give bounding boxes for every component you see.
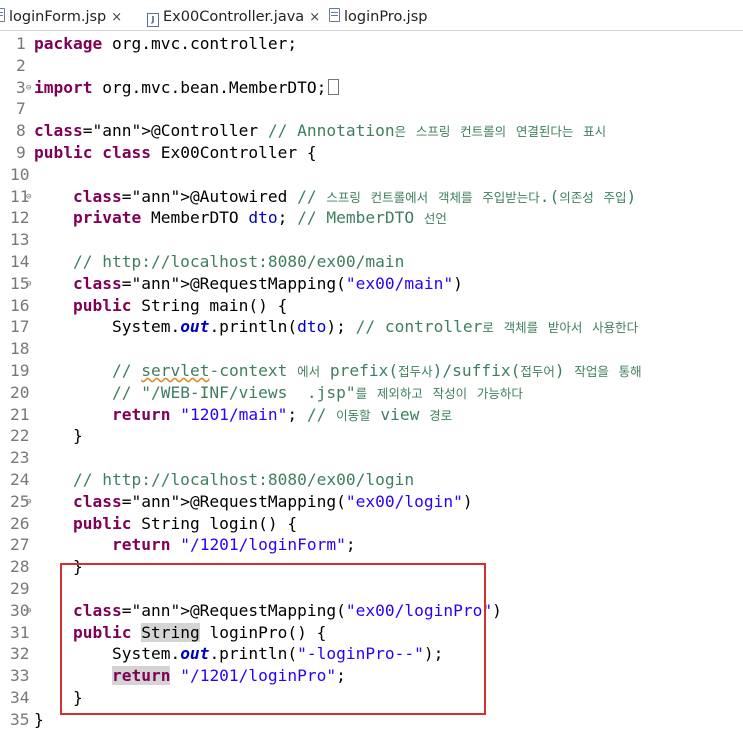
code-line[interactable]: 13 [0,229,743,251]
code-line[interactable]: 17 System.out.println(dto); // controlle… [0,316,743,338]
code-line[interactable]: 1 package org.mvc.controller; [0,33,743,55]
code-text: import org.mvc.bean.MemberDTO; [34,77,340,99]
code-line[interactable]: 11 ⊖ class="ann">@Autowired // 스프링 컨트롤에서 … [0,186,743,208]
code-line[interactable]: 26 public String login() { [0,513,743,535]
line-number: 14 [10,252,30,271]
code-text: public String main() { [72,295,288,315]
code-line[interactable]: 16 public String main() { [0,295,743,317]
editor-tab-bar: loginForm.jsp × J Ex00Controller.java × log… [0,0,743,31]
line-number: 16 [10,295,30,315]
fold-toggle-icon[interactable]: ⊖ [26,600,31,622]
code-text: } [34,709,44,729]
code-line[interactable]: 23 [0,447,743,469]
code-text: class="ann">@RequestMapping("ex00/main") [72,273,463,293]
code-line[interactable]: 15 ⊖ class="ann">@RequestMapping("ex00/ma… [0,273,743,295]
code-line[interactable]: 25 ⊖ class="ann">@RequestMapping("ex00/lo… [0,491,743,513]
line-number: 10 [10,164,30,184]
line-number: 24 [10,470,30,489]
code-line[interactable]: 18 [0,338,743,360]
jsp-file-icon [329,8,340,22]
code-line[interactable]: 7 [0,98,743,120]
code-text: } [34,426,83,446]
code-line[interactable]: 22 } [0,425,743,447]
code-text: package org.mvc.controller; [34,34,298,53]
code-text: class="ann">@Autowired // 스프링 컨트롤에서 객체를 … [72,186,637,206]
tab-loginpro-jsp[interactable]: loginPro.jsp [329,7,427,27]
tab-label: Ex00Controller.java [163,9,305,25]
line-number: 19 [10,361,30,380]
tab-ex00controller-java[interactable]: J Ex00Controller.java × [147,7,320,27]
line-number: 33 [10,666,30,686]
fold-toggle-icon[interactable]: ⊖ [26,77,31,99]
code-text: return "/1201/loginForm"; [111,535,356,555]
line-number: 27 [10,535,30,555]
code-text: public String login() { [72,513,298,533]
line-number: 35 [10,709,30,729]
code-line[interactable]: 20 // "/WEB-INF/views .jsp"를 제외하고 작성이 가능… [0,382,743,404]
line-number: 28 [10,557,30,577]
code-line[interactable]: 10 [0,164,743,186]
line-number: 26 [10,513,30,533]
code-text: // http://localhost:8080/ex00/login [72,470,415,489]
highlight-box [60,563,486,715]
code-line[interactable]: 19 // servlet-context 에서 prefix(접두사)/suf… [0,360,743,382]
code-line[interactable]: 12 private MemberDTO dto; // MemberDTO 선… [0,207,743,229]
code-line[interactable]: 14 // http://localhost:8080/ex00/main [0,251,743,273]
code-text: return "1201/main"; // 이동할 view 경로 [111,404,453,424]
line-number: 2 [16,55,26,75]
code-text: // servlet-context 에서 prefix(접두사)/suffix… [111,361,642,380]
code-line[interactable]: 21 return "1201/main"; // 이동할 view 경로 [0,404,743,426]
line-number: 18 [10,339,30,359]
line-number: 29 [10,579,30,598]
line-number: 23 [10,448,30,468]
fold-toggle-icon[interactable]: ⊖ [26,186,31,208]
code-text: // http://localhost:8080/ex00/main [72,252,405,271]
code-text: class="ann">@RequestMapping("ex00/login"… [72,491,473,511]
code-line[interactable]: 9 public class Ex00Controller { [0,142,743,164]
fold-toggle-icon[interactable]: ⊖ [26,491,31,513]
line-number: 32 [10,644,30,664]
code-text: System.out.println(dto); // controller로 … [34,317,639,337]
line-number: 21 [10,404,30,424]
code-line[interactable]: 27 return "/1201/loginForm"; [0,534,743,556]
java-file-icon: J [147,13,159,27]
fold-toggle-icon[interactable]: ⊖ [26,273,31,295]
code-text: // "/WEB-INF/views .jsp"를 제외하고 작성이 가능하다 [111,382,523,402]
tab-loginform-jsp[interactable]: loginForm.jsp × [0,7,122,27]
collapsed-imports-icon[interactable] [328,78,340,95]
line-number: 34 [10,688,30,707]
close-icon[interactable]: × [111,10,122,25]
code-line[interactable]: 24 // http://localhost:8080/ex00/login [0,469,743,491]
line-number: 7 [16,99,26,119]
line-number: 12 [10,208,30,228]
code-text: class="ann">@Controller // Annotation은 스… [34,121,607,141]
line-number: 22 [10,426,30,446]
line-number: 20 [10,382,30,402]
code-line[interactable]: 2 [0,55,743,77]
line-number: 31 [10,622,30,642]
close-icon[interactable]: × [309,10,320,25]
code-text: private MemberDTO dto; // MemberDTO 선언 [72,208,447,228]
line-number: 13 [10,230,30,250]
code-line[interactable]: 3 ⊖ import org.mvc.bean.MemberDTO; [0,77,743,99]
tab-label: loginPro.jsp [344,9,428,25]
code-line[interactable]: 8 class="ann">@Controller // Annotation은 … [0,120,743,142]
tab-label: loginForm.jsp [9,9,107,25]
code-text: public class Ex00Controller { [34,143,317,162]
jsp-file-icon [0,8,5,22]
line-number: 17 [10,317,30,337]
